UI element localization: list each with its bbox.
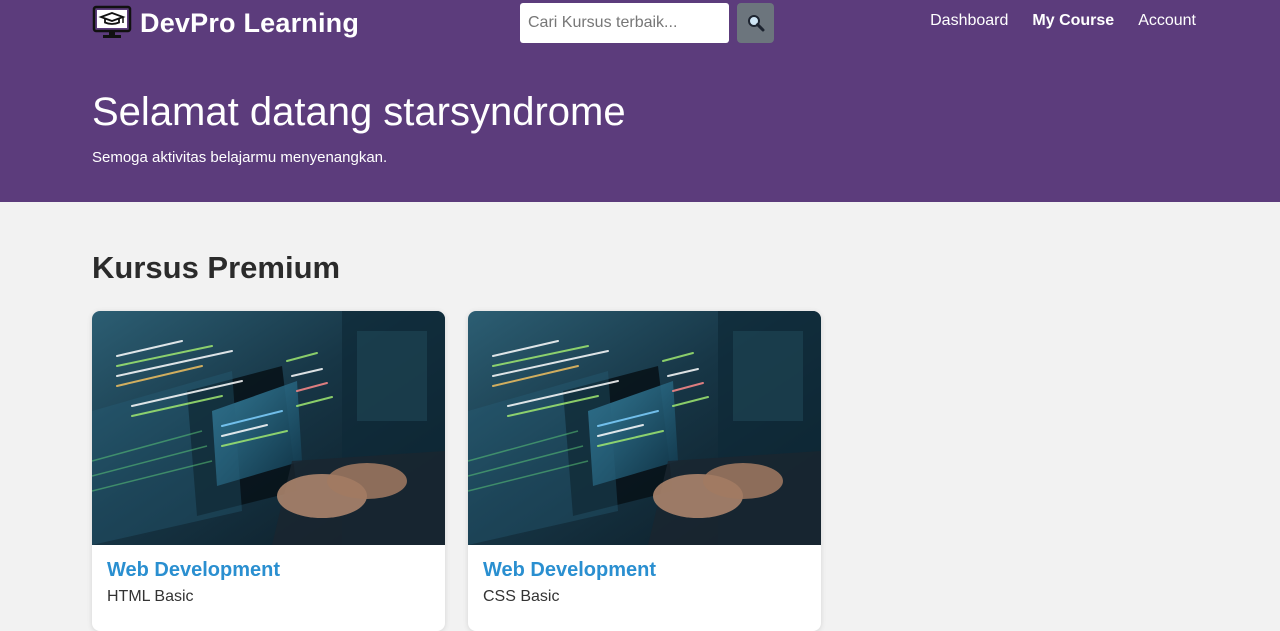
main-nav: Dashboard My Course Account xyxy=(930,12,1196,30)
course-card[interactable]: Web Development HTML Basic xyxy=(92,311,445,631)
section-title: Kursus Premium xyxy=(92,250,341,285)
welcome-heading: Selamat datang starsyndrome xyxy=(92,90,626,134)
course-card-body: Web Development CSS Basic xyxy=(468,545,821,620)
search-button[interactable] xyxy=(737,3,774,43)
nav-dashboard[interactable]: Dashboard xyxy=(930,12,1008,30)
course-title[interactable]: Web Development xyxy=(107,559,430,582)
course-thumbnail-image xyxy=(468,311,821,545)
welcome-subtitle: Semoga aktivitas belajarmu menyenangkan. xyxy=(92,149,388,166)
course-title[interactable]: Web Development xyxy=(483,559,806,582)
nav-account[interactable]: Account xyxy=(1138,12,1196,30)
course-subtitle: HTML Basic xyxy=(107,588,194,605)
brand-name: DevPro Learning xyxy=(140,7,360,38)
monitor-graduation-cap-icon xyxy=(92,5,132,38)
search-input[interactable] xyxy=(520,3,729,43)
course-thumbnail-image xyxy=(92,311,445,545)
nav-my-course[interactable]: My Course xyxy=(1032,12,1114,30)
magnifier-icon xyxy=(747,15,764,32)
course-subtitle: CSS Basic xyxy=(483,588,560,605)
hero-header: DevPro Learning Dashboard My Course Acco… xyxy=(0,0,1280,202)
brand-logo[interactable]: DevPro Learning xyxy=(92,5,360,40)
course-card-body: Web Development HTML Basic xyxy=(92,545,445,620)
course-card[interactable]: Web Development CSS Basic xyxy=(468,311,821,631)
